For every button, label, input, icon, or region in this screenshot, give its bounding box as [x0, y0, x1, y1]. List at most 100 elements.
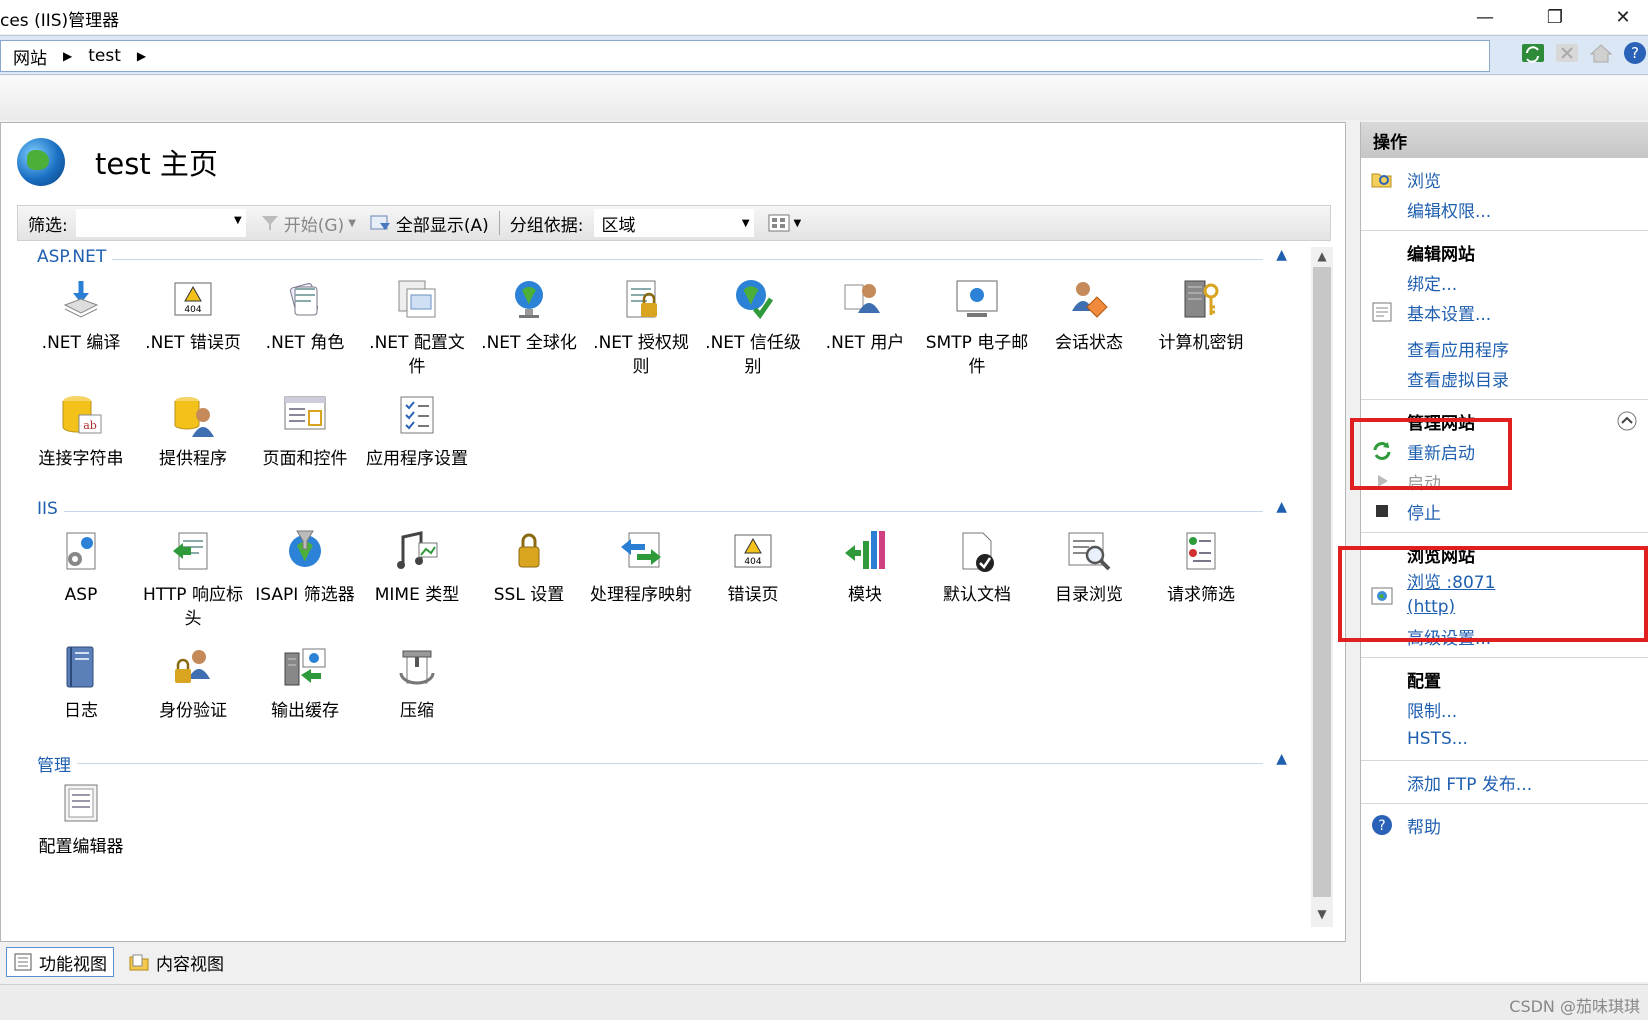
- feature-tile[interactable]: ab 连接字符串: [25, 391, 137, 471]
- feature-tile[interactable]: 目录浏览: [1033, 527, 1145, 631]
- collapse-icon[interactable]: ▲: [1276, 247, 1287, 263]
- tab-features-view[interactable]: 功能视图: [6, 947, 114, 977]
- feature-tile[interactable]: 提供程序: [137, 391, 249, 471]
- minimize-button[interactable]: —: [1460, 2, 1510, 32]
- feature-tile[interactable]: .NET 角色: [249, 275, 361, 379]
- action-help[interactable]: ? 帮助: [1361, 810, 1648, 840]
- action-bindings[interactable]: 绑定...: [1361, 267, 1648, 297]
- feature-tile[interactable]: ASP: [25, 527, 137, 631]
- close-button[interactable]: ✕: [1598, 2, 1648, 32]
- home-icon[interactable]: [1588, 40, 1614, 66]
- feature-tile[interactable]: .NET 授权规则: [585, 275, 697, 379]
- group-by-select[interactable]: 区域 ▼: [593, 209, 754, 237]
- feature-tile[interactable]: 计算机密钥: [1145, 275, 1257, 379]
- feature-label: MIME 类型: [374, 585, 460, 605]
- feature-tile[interactable]: ISAPI 筛选器: [249, 527, 361, 631]
- feature-label: 压缩: [400, 701, 434, 721]
- chevron-down-icon[interactable]: ▼: [794, 218, 802, 229]
- restore-button[interactable]: ❐: [1530, 2, 1580, 32]
- highlight-box-browse: [1338, 546, 1648, 642]
- section-aspnet[interactable]: ASP.NET ▲: [17, 247, 1307, 271]
- scrollbar-thumb[interactable]: [1313, 267, 1331, 897]
- group-by-value: 区域: [601, 215, 636, 236]
- feature-tile[interactable]: SSL 设置: [473, 527, 585, 631]
- collapse-circle-icon[interactable]: [1616, 410, 1638, 432]
- action-stop[interactable]: 停止: [1361, 496, 1648, 526]
- section-management[interactable]: 管理 ▲: [17, 751, 1307, 776]
- refresh-icon[interactable]: [1520, 40, 1546, 66]
- feature-tile[interactable]: 输出缓存: [249, 643, 361, 723]
- svg-text:?: ?: [1378, 818, 1385, 834]
- scroll-up-icon[interactable]: ▲: [1311, 249, 1333, 267]
- breadcrumb-test[interactable]: test: [88, 46, 121, 66]
- feature-label: 提供程序: [159, 449, 227, 469]
- stop-nav-icon[interactable]: [1554, 40, 1580, 66]
- feature-tile[interactable]: 处理程序映射: [585, 527, 697, 631]
- machine-key-icon: [1177, 275, 1225, 323]
- svg-text:?: ?: [1631, 44, 1639, 62]
- feature-tile[interactable]: 页面和控件: [249, 391, 361, 471]
- feature-list: ASP.NET ▲ .NET 编译 404 .NET 错误页 .NET 角色 .NET …: [17, 247, 1317, 927]
- feature-tile[interactable]: 404 .NET 错误页: [137, 275, 249, 379]
- feature-tile[interactable]: .NET 配置文件: [361, 275, 473, 379]
- feature-tile[interactable]: 应用程序设置: [361, 391, 473, 471]
- start-filter-button[interactable]: 开始(G): [260, 211, 344, 236]
- breadcrumb-separator-icon[interactable]: ▶: [137, 49, 146, 63]
- action-edit-permissions[interactable]: 编辑权限...: [1361, 194, 1648, 224]
- show-all-button[interactable]: 全部显示(A): [370, 211, 489, 236]
- breadcrumb-sites[interactable]: 网站: [13, 44, 47, 69]
- action-view-applications[interactable]: 查看应用程序: [1361, 333, 1648, 363]
- feature-tile[interactable]: 404 错误页: [697, 527, 809, 631]
- feature-label: .NET 配置文件: [369, 333, 465, 377]
- page-title: test 主页: [95, 147, 218, 181]
- feature-tile[interactable]: 压缩: [361, 643, 473, 723]
- iis-features: ASP HTTP 响应标头 ISAPI 筛选器 MIME 类型 SSL 设置 处理程序映射…: [25, 527, 1255, 723]
- chevron-down-icon[interactable]: ▼: [348, 218, 356, 229]
- section-iis[interactable]: IIS ▲: [17, 499, 1307, 523]
- title-bar: ces (IIS)管理器 — ❐ ✕: [0, 0, 1648, 34]
- section-title: 管理: [37, 751, 77, 776]
- action-browse[interactable]: 浏览: [1361, 164, 1648, 194]
- feature-tile[interactable]: 模块: [809, 527, 921, 631]
- action-add-ftp[interactable]: 添加 FTP 发布...: [1361, 767, 1648, 797]
- feature-tile[interactable]: 会话状态: [1033, 275, 1145, 379]
- feature-tile[interactable]: 日志: [25, 643, 137, 723]
- feature-tile[interactable]: .NET 全球化: [473, 275, 585, 379]
- collapse-icon[interactable]: ▲: [1276, 499, 1287, 515]
- roles-icon: [281, 275, 329, 323]
- action-basic-settings[interactable]: 基本设置...: [1361, 297, 1648, 327]
- trust-icon: [729, 275, 777, 323]
- scroll-down-icon[interactable]: ▼: [1311, 907, 1333, 925]
- feature-tile[interactable]: HTTP 响应标头: [137, 527, 249, 631]
- feature-tile[interactable]: MIME 类型: [361, 527, 473, 631]
- action-view-virtual-dirs[interactable]: 查看虚拟目录: [1361, 363, 1648, 393]
- breadcrumb[interactable]: 网站 ▶ test ▶: [0, 40, 1490, 72]
- feature-tile[interactable]: 配置编辑器: [25, 779, 137, 859]
- view-mode-button[interactable]: ▼: [768, 213, 802, 233]
- feature-tile[interactable]: .NET 用户: [809, 275, 921, 379]
- breadcrumb-separator-icon[interactable]: ▶: [63, 49, 72, 63]
- mime-icon: [393, 527, 441, 575]
- collapse-icon[interactable]: ▲: [1276, 751, 1287, 767]
- chevron-down-icon[interactable]: ▼: [234, 215, 242, 226]
- action-hsts[interactable]: HSTS...: [1361, 724, 1648, 754]
- vertical-scrollbar[interactable]: ▲ ▼: [1311, 247, 1333, 927]
- svg-text:ab: ab: [83, 419, 97, 432]
- feature-label: 连接字符串: [38, 449, 124, 469]
- feature-label: .NET 角色: [265, 333, 345, 353]
- feature-tile[interactable]: SMTP 电子邮件: [921, 275, 1033, 379]
- feature-tile[interactable]: .NET 信任级别: [697, 275, 809, 379]
- tab-content-view[interactable]: 内容视图: [122, 947, 230, 977]
- feature-label: 页面和控件: [262, 449, 348, 469]
- feature-tile[interactable]: 默认文档: [921, 527, 1033, 631]
- feature-label: 输出缓存: [271, 701, 339, 721]
- feature-tile[interactable]: .NET 编译: [25, 275, 137, 379]
- feature-tile[interactable]: 请求筛选: [1145, 527, 1257, 631]
- feature-label: 应用程序设置: [366, 449, 468, 469]
- section-divider: [37, 511, 1263, 512]
- help-icon[interactable]: ?: [1622, 40, 1648, 66]
- chevron-down-icon[interactable]: ▼: [742, 218, 750, 229]
- action-limits[interactable]: 限制...: [1361, 694, 1648, 724]
- filter-input[interactable]: ▼: [75, 209, 246, 237]
- feature-tile[interactable]: 身份验证: [137, 643, 249, 723]
